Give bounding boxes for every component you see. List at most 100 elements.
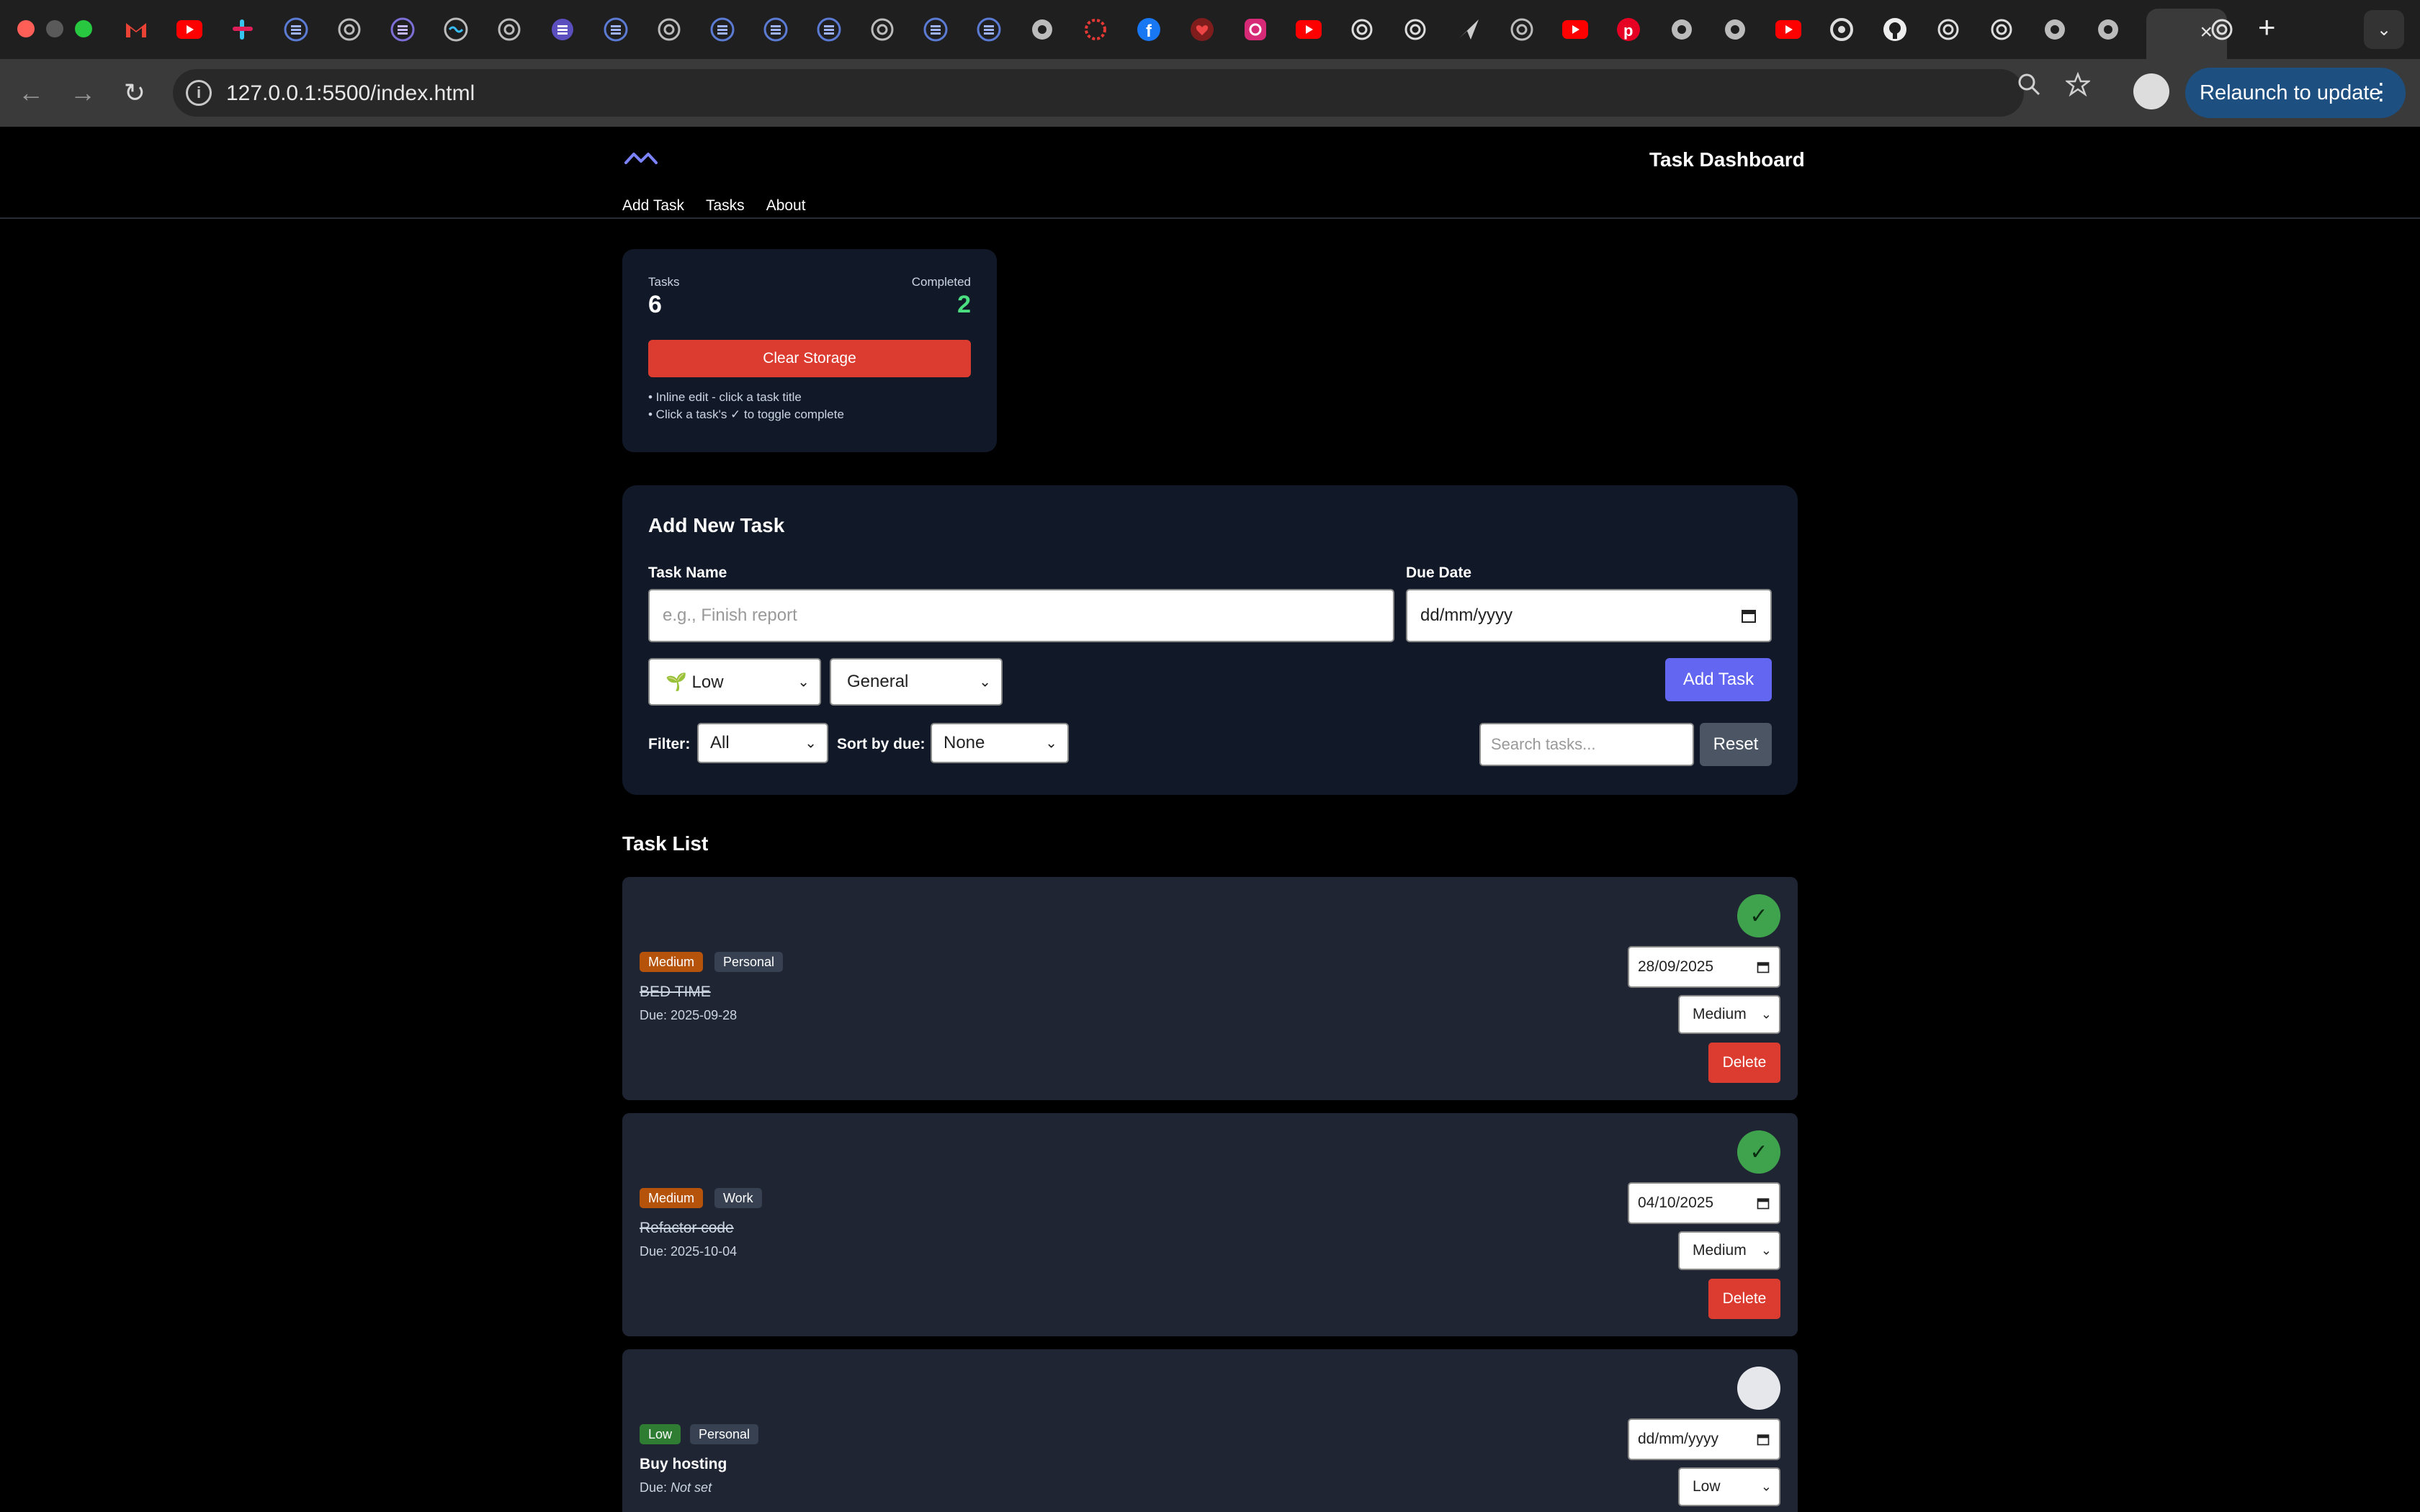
list-tab-icon[interactable] — [281, 14, 311, 45]
openai-tab-icon[interactable] — [1347, 14, 1377, 45]
gmail-tab-icon[interactable] — [121, 14, 151, 45]
task-title[interactable]: Buy hosting — [640, 1456, 727, 1473]
globe-tab-icon[interactable] — [1027, 14, 1057, 45]
category-select-value: General — [847, 672, 909, 691]
add-task-button[interactable]: Add Task — [1665, 658, 1772, 701]
browser-toolbar: ← → ↻ i 127.0.0.1:5500/index.html Relaun… — [0, 59, 2420, 127]
task-card: Medium Personal BED TIME Due: 2025-09-28… — [622, 877, 1798, 1100]
globe-tab-icon[interactable] — [2040, 14, 2070, 45]
globe-tab-icon[interactable] — [334, 14, 364, 45]
delete-button[interactable]: Delete — [1708, 1043, 1780, 1083]
tab-search-button[interactable]: ⌄ — [2364, 10, 2404, 49]
chrome-tab-icon[interactable] — [1827, 14, 1857, 45]
reset-button[interactable]: Reset — [1700, 723, 1772, 766]
list-tab-icon[interactable] — [814, 14, 844, 45]
top-nav: Add Task Tasks About — [622, 197, 806, 215]
category-select[interactable]: General ⌄ — [830, 658, 1003, 706]
youtube-tab-icon[interactable] — [1773, 14, 1803, 45]
task-priority-select[interactable]: Medium ⌄ — [1678, 1231, 1780, 1270]
nav-link-add-task[interactable]: Add Task — [622, 197, 684, 215]
globe-tab-icon[interactable] — [2093, 14, 2123, 45]
address-bar[interactable]: i 127.0.0.1:5500/index.html — [173, 69, 2024, 117]
task-priority-select[interactable]: Medium ⌄ — [1678, 995, 1780, 1034]
slack-tab-icon[interactable] — [228, 14, 258, 45]
zoom-icon[interactable] — [2017, 72, 2041, 102]
youtube-tab-icon[interactable] — [1294, 14, 1324, 45]
globe-tab-icon[interactable] — [1667, 14, 1697, 45]
nav-link-about[interactable]: About — [766, 197, 806, 215]
facebook-tab-icon[interactable]: f — [1134, 14, 1164, 45]
globe-tab-icon[interactable] — [494, 14, 524, 45]
list-tab-icon[interactable] — [707, 14, 738, 45]
arrow-right-icon: → — [70, 78, 96, 107]
new-tab-button[interactable]: + — [2258, 10, 2276, 45]
back-button[interactable]: ← — [13, 75, 49, 111]
heart-tab-icon[interactable] — [1187, 14, 1217, 45]
openai-tab-icon[interactable] — [1400, 14, 1430, 45]
due-prefix: Due: — [640, 1480, 668, 1495]
logo-icon[interactable] — [624, 148, 658, 171]
globe-tab-icon[interactable] — [654, 14, 684, 45]
more-menu-icon[interactable]: ⋮ — [2370, 78, 2393, 105]
calendar-icon[interactable] — [1756, 960, 1770, 974]
reload-button[interactable]: ↻ — [117, 75, 153, 111]
youtube-tab-icon[interactable] — [174, 14, 205, 45]
clear-storage-button[interactable]: Clear Storage — [648, 340, 971, 377]
relaunch-button[interactable]: Relaunch to update ⋮ — [2185, 68, 2406, 118]
send-tab-icon[interactable] — [1453, 14, 1484, 45]
list-tab-icon[interactable] — [547, 14, 578, 45]
globe-tab-icon[interactable] — [867, 14, 897, 45]
window-minimize-button[interactable] — [46, 20, 63, 37]
calendar-icon[interactable] — [1756, 1196, 1770, 1210]
hint-inline-edit: • Inline edit - click a task title — [648, 390, 802, 404]
complete-toggle[interactable]: ✓ — [1737, 1130, 1780, 1174]
filter-select[interactable]: All ⌄ — [697, 723, 828, 763]
priority-select[interactable]: 🌱 Low ⌄ — [648, 658, 821, 706]
window-zoom-button[interactable] — [75, 20, 92, 37]
calendar-icon[interactable] — [1756, 1432, 1770, 1446]
globe-tab-icon[interactable] — [1507, 14, 1537, 45]
forward-button[interactable]: → — [65, 75, 101, 111]
chevron-down-icon: ⌄ — [979, 674, 991, 690]
list-tab-icon[interactable] — [761, 14, 791, 45]
list-tab-icon[interactable] — [601, 14, 631, 45]
complete-toggle[interactable]: ✓ — [1737, 894, 1780, 937]
task-title[interactable]: BED TIME — [640, 984, 711, 1001]
window-close-button[interactable] — [17, 20, 35, 37]
bookmark-star-icon[interactable] — [2064, 71, 2092, 102]
task-title[interactable]: Refactor code — [640, 1220, 734, 1237]
list-tab-icon[interactable] — [974, 14, 1004, 45]
openai-tab-icon[interactable] — [2207, 14, 2237, 45]
task-date-input[interactable]: dd/mm/yyyy — [1628, 1418, 1780, 1460]
search-input[interactable]: Search tasks... — [1479, 723, 1694, 766]
instagram-tab-icon[interactable] — [1240, 14, 1270, 45]
youtube-tab-icon[interactable] — [1560, 14, 1590, 45]
task-name-input[interactable]: e.g., Finish report — [648, 589, 1394, 642]
nav-link-tasks[interactable]: Tasks — [706, 197, 745, 215]
globe-tab-icon[interactable] — [1720, 14, 1750, 45]
task-date-input[interactable]: 28/09/2025 — [1628, 946, 1780, 988]
due-date-input[interactable]: dd/mm/yyyy — [1406, 589, 1772, 642]
category-badge: Personal — [690, 1424, 759, 1444]
delete-button[interactable]: Delete — [1708, 1279, 1780, 1319]
list-tab-icon[interactable] — [920, 14, 951, 45]
calendar-icon[interactable] — [1740, 607, 1757, 624]
profile-avatar[interactable] — [2133, 73, 2169, 109]
openai-tab-icon[interactable] — [1933, 14, 1963, 45]
sort-select[interactable]: None ⌄ — [931, 723, 1069, 763]
task-priority-select[interactable]: Low ⌄ — [1678, 1467, 1780, 1506]
complete-toggle[interactable] — [1737, 1367, 1780, 1410]
url-text[interactable]: 127.0.0.1:5500/index.html — [226, 81, 475, 106]
due-date-label: Due Date — [1406, 564, 1472, 581]
add-task-card: Add New Task Task Name e.g., Finish repo… — [622, 485, 1798, 795]
sun-tab-icon[interactable] — [1080, 14, 1111, 45]
pinterest-tab-icon[interactable]: p — [1613, 14, 1644, 45]
site-info-icon[interactable]: i — [186, 80, 212, 106]
tailwind-tab-icon[interactable] — [441, 14, 471, 45]
filter-select-value: All — [710, 733, 730, 752]
task-date-input[interactable]: 04/10/2025 — [1628, 1182, 1780, 1224]
list-tab-icon[interactable] — [387, 14, 418, 45]
github-tab-icon[interactable] — [1880, 14, 1910, 45]
openai-tab-icon[interactable] — [1986, 14, 2017, 45]
chevron-down-icon: ⌄ — [797, 674, 810, 690]
